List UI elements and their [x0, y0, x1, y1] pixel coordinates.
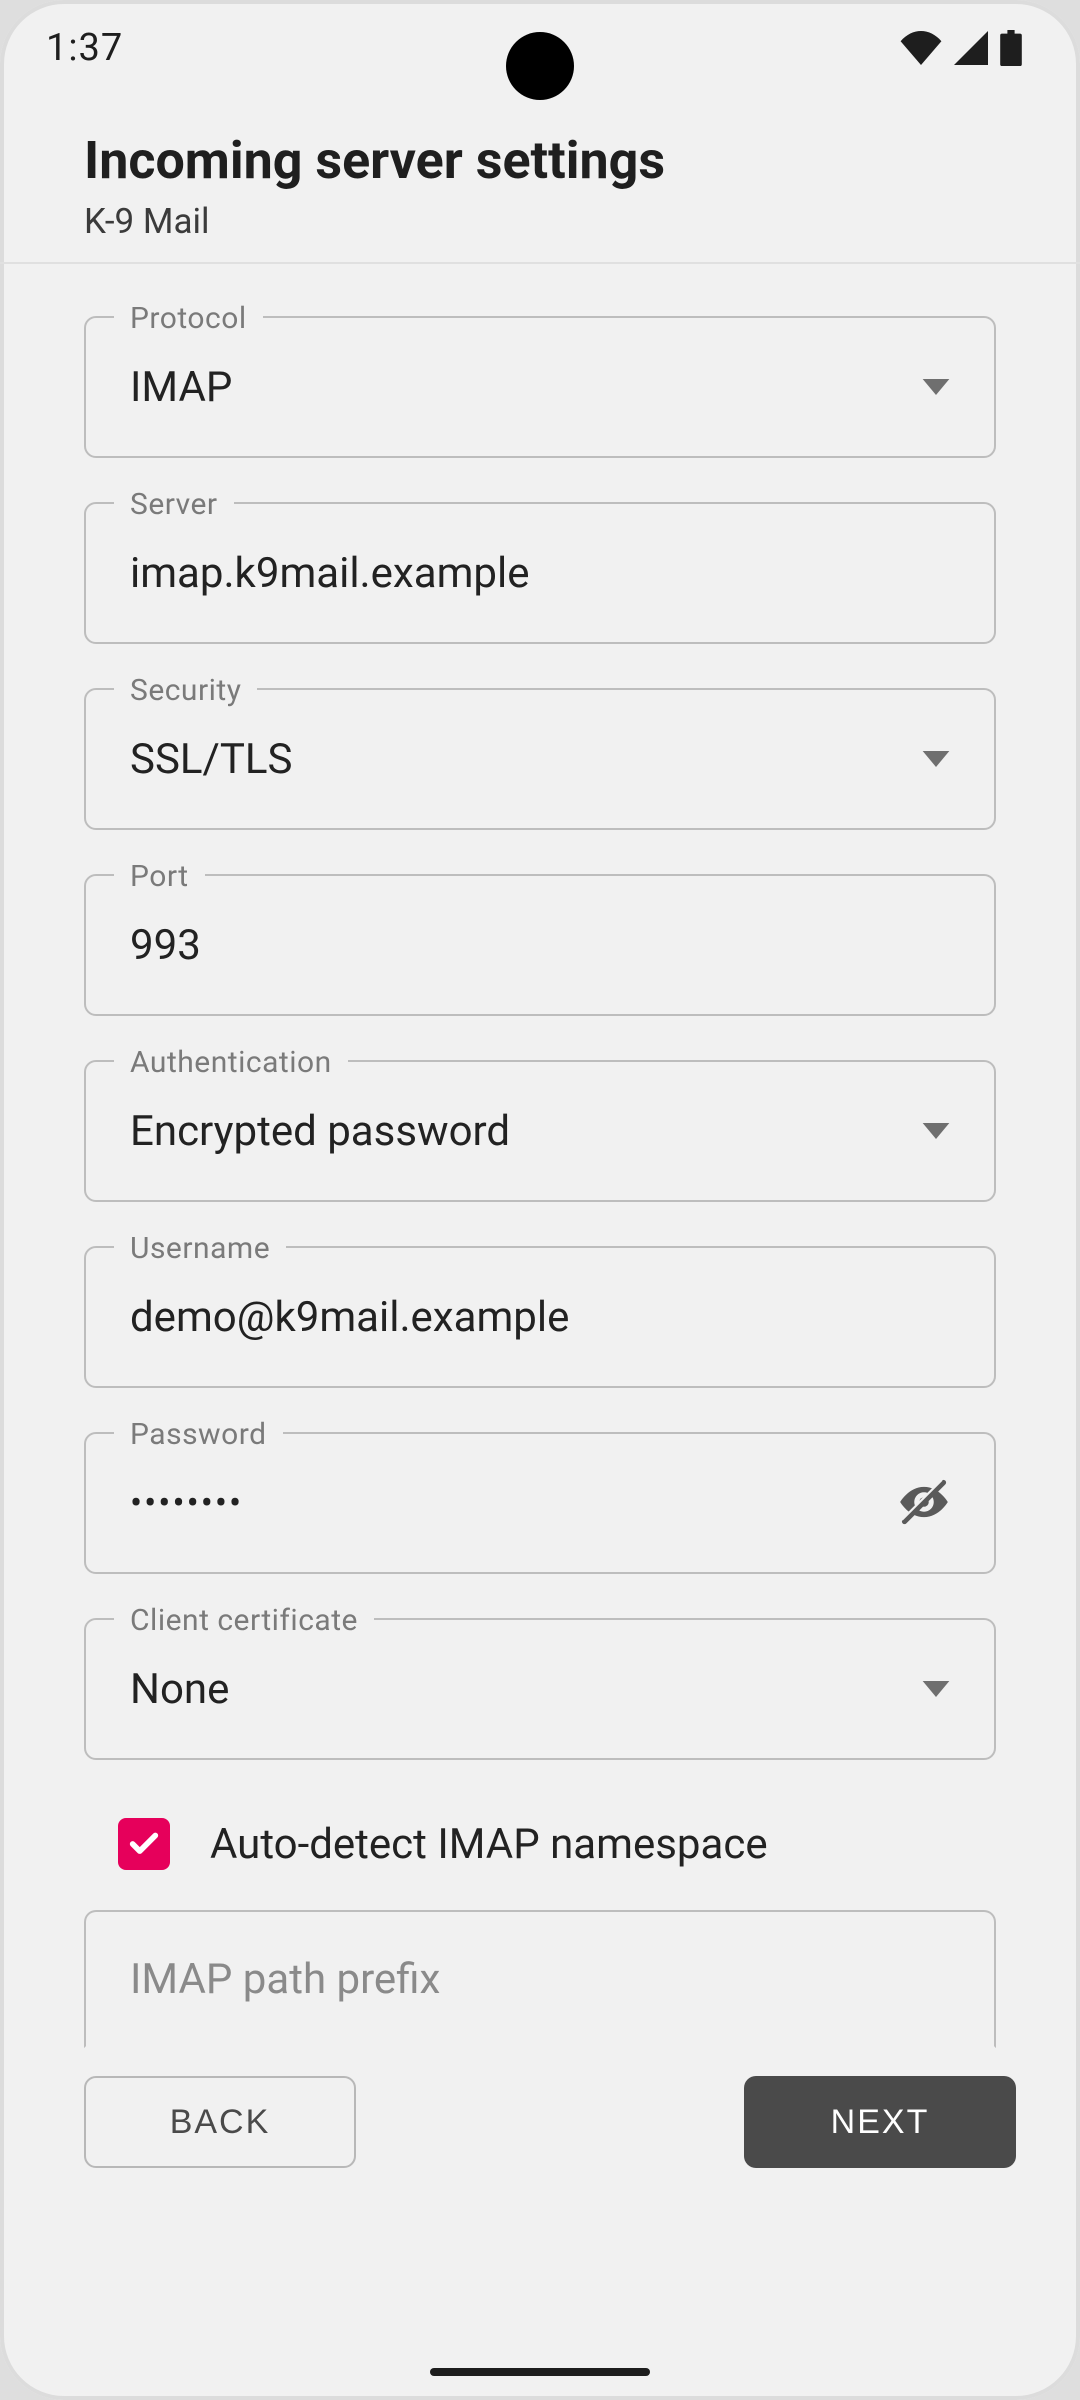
security-dropdown[interactable]: Security SSL/TLS — [84, 688, 996, 830]
battery-icon — [1000, 30, 1022, 66]
authentication-dropdown[interactable]: Authentication Encrypted password — [84, 1060, 996, 1202]
wifi-icon — [900, 31, 942, 65]
chevron-down-icon — [922, 379, 950, 395]
client-certificate-value: None — [130, 1665, 922, 1714]
client-certificate-label: Client certificate — [114, 1603, 374, 1638]
auto-detect-namespace-checkbox[interactable]: Auto-detect IMAP namespace — [84, 1804, 996, 1910]
status-icons — [900, 30, 1022, 66]
checkbox-checked-icon — [118, 1818, 170, 1870]
gesture-nav-bar — [430, 2368, 650, 2376]
username-value: demo@k9mail.example — [130, 1293, 950, 1342]
port-label: Port — [114, 859, 205, 894]
auto-detect-namespace-label: Auto-detect IMAP namespace — [210, 1820, 768, 1869]
status-bar: 1:37 — [0, 0, 1080, 96]
server-value: imap.k9mail.example — [130, 549, 950, 598]
status-clock: 1:37 — [46, 26, 123, 70]
page-header: Incoming server settings K-9 Mail — [0, 96, 1080, 264]
chevron-down-icon — [922, 751, 950, 767]
next-button[interactable]: NEXT — [744, 2076, 1016, 2168]
security-value: SSL/TLS — [130, 735, 922, 784]
eye-off-icon — [898, 1516, 950, 1531]
username-label: Username — [114, 1231, 286, 1266]
page-title: Incoming server settings — [84, 130, 996, 191]
back-button[interactable]: BACK — [84, 2076, 356, 2168]
next-button-label: NEXT — [831, 2103, 930, 2142]
camera-punch-icon — [506, 32, 574, 100]
page-subtitle: K-9 Mail — [84, 201, 996, 242]
form-content: Protocol IMAP Server imap.k9mail.example… — [0, 264, 1080, 2048]
server-input[interactable]: Server imap.k9mail.example — [84, 502, 996, 644]
chevron-down-icon — [922, 1123, 950, 1139]
imap-path-prefix-input[interactable]: IMAP path prefix — [84, 1910, 996, 2048]
chevron-down-icon — [922, 1681, 950, 1697]
password-label: Password — [114, 1417, 283, 1452]
toggle-password-visibility-button[interactable] — [898, 1476, 950, 1531]
client-certificate-dropdown[interactable]: Client certificate None — [84, 1618, 996, 1760]
authentication-label: Authentication — [114, 1045, 348, 1080]
username-input[interactable]: Username demo@k9mail.example — [84, 1246, 996, 1388]
back-button-label: BACK — [170, 2103, 271, 2142]
imap-path-prefix-placeholder: IMAP path prefix — [130, 1955, 950, 2004]
password-value: •••••••• — [130, 1482, 898, 1524]
cellular-icon — [954, 31, 988, 65]
protocol-dropdown[interactable]: Protocol IMAP — [84, 316, 996, 458]
footer-button-bar: BACK NEXT — [84, 2076, 1016, 2168]
server-label: Server — [114, 487, 234, 522]
security-label: Security — [114, 673, 257, 708]
password-input[interactable]: Password •••••••• — [84, 1432, 996, 1574]
port-value: 993 — [130, 921, 950, 970]
port-input[interactable]: Port 993 — [84, 874, 996, 1016]
protocol-label: Protocol — [114, 301, 263, 336]
protocol-value: IMAP — [130, 363, 922, 412]
authentication-value: Encrypted password — [130, 1107, 922, 1156]
